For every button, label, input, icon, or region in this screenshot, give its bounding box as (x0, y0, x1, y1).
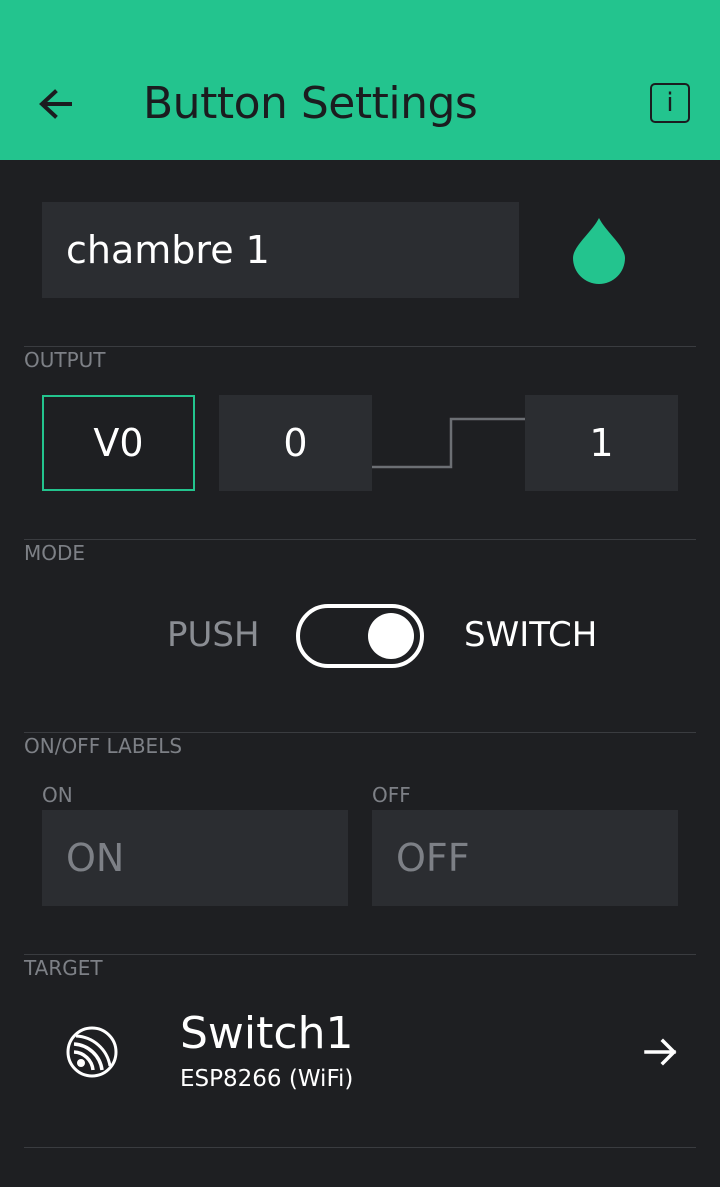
divider (24, 346, 696, 347)
divider (24, 732, 696, 733)
divider (24, 1147, 696, 1148)
divider (24, 954, 696, 955)
off-label-input[interactable]: OFF (372, 810, 678, 906)
off-label-caption: OFF (372, 783, 411, 807)
low-value-input[interactable]: 0 (219, 395, 372, 491)
on-label-caption: ON (42, 783, 73, 807)
toggle-knob (368, 613, 414, 659)
mode-push-label[interactable]: PUSH (167, 612, 260, 658)
arrow-left-icon (39, 89, 72, 119)
page-title: Button Settings (143, 78, 478, 129)
droplet-icon (573, 218, 625, 284)
mode-section-label: MODE (24, 541, 86, 565)
high-value-input[interactable]: 1 (525, 395, 678, 491)
on-label-input[interactable]: ON (42, 810, 348, 906)
info-button[interactable]: i (650, 83, 690, 123)
color-picker-button[interactable] (572, 216, 626, 284)
widget-name-input[interactable]: chambre 1 (42, 202, 519, 298)
divider (24, 539, 696, 540)
pin-selector[interactable]: V0 (42, 395, 195, 491)
labels-section-label: ON/OFF LABELS (24, 734, 183, 758)
device-type: ESP8266 (WiFi) (180, 1066, 354, 1092)
app-header: Button Settings i (0, 0, 720, 160)
espressif-icon (66, 1026, 118, 1078)
mode-toggle[interactable] (296, 604, 424, 668)
output-section-label: OUTPUT (24, 348, 106, 372)
device-name: Switch1 (180, 1008, 354, 1059)
arrow-right-icon (644, 1038, 677, 1066)
target-section-label: TARGET (24, 956, 103, 980)
mode-switch-label[interactable]: SWITCH (464, 612, 597, 658)
target-device-row[interactable]: Switch1 ESP8266 (WiFi) (24, 990, 696, 1120)
signal-step-graphic (372, 417, 525, 469)
back-button[interactable] (36, 84, 76, 124)
